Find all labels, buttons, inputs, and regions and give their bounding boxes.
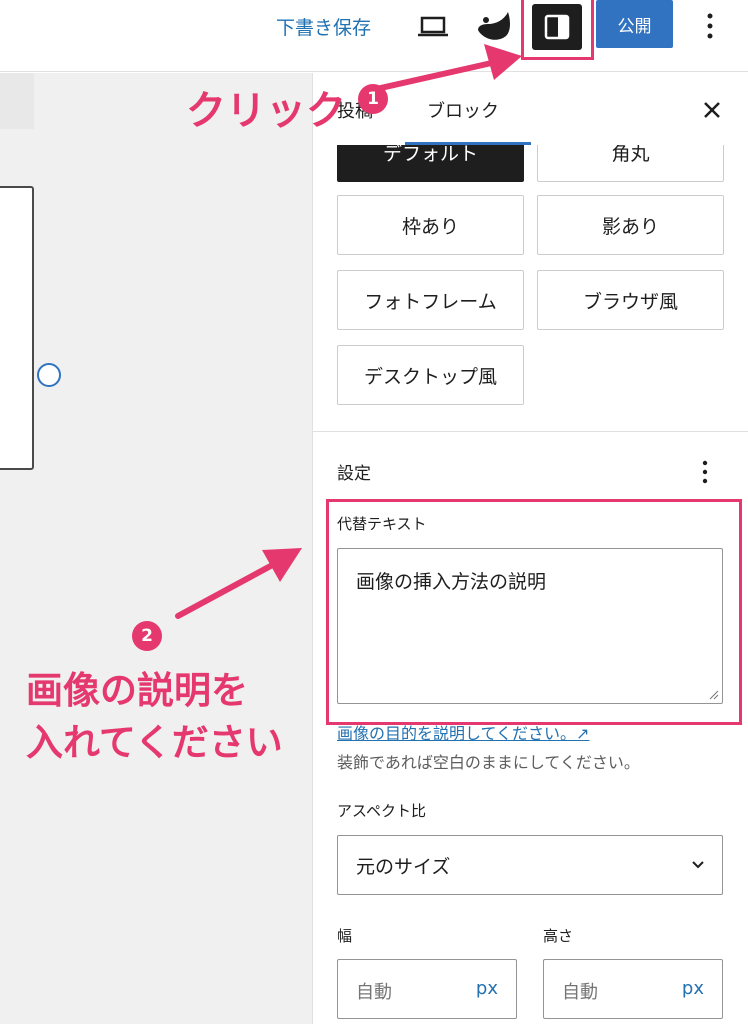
style-shadow-button[interactable]: 影あり [537,195,724,255]
height-input[interactable]: 自動 px [543,959,723,1019]
editor-canvas [0,73,312,1024]
width-label: 幅 [337,927,353,945]
height-placeholder: 自動 [562,982,598,1003]
tab-block-label[interactable]: ブロック [427,97,499,123]
annotation-step2-badge: 2 [132,621,162,651]
close-icon[interactable] [699,97,725,123]
annotation-step2-line2: 入れてください [26,721,283,764]
laptop-icon[interactable] [416,12,450,40]
width-unit[interactable]: px [476,978,498,999]
width-placeholder: 自動 [356,982,392,1003]
brand-logo-icon[interactable] [474,8,514,44]
panel-divider [313,431,748,432]
vertical-dots-icon[interactable] [695,457,715,487]
style-border-button[interactable]: 枠あり [337,195,524,255]
image-block[interactable] [0,186,34,470]
alt-text-help: 装飾であれば空白のままにしてください。 [337,753,640,772]
height-unit[interactable]: px [682,978,704,999]
annotation-step2-line1: 画像の説明を [26,669,248,712]
style-photo-frame-button[interactable]: フォトフレーム [337,270,524,330]
annotation-step1-text: クリック [186,88,346,134]
chevron-down-icon [692,861,704,869]
publish-button[interactable]: 公開 [596,0,673,48]
save-draft-button[interactable]: 下書き保存 [276,13,371,40]
style-browser-button[interactable]: ブラウザ風 [537,270,724,330]
canvas-toolbar-strip [0,73,34,129]
aspect-ratio-label: アスペクト比 [337,802,426,820]
editor-header: 下書き保存 公開 [0,0,748,72]
tab-active-indicator [405,142,531,145]
image-resize-handle[interactable] [37,363,61,387]
aspect-ratio-value: 元のサイズ [356,855,451,878]
annotation-step1-badge: 1 [358,84,388,114]
aspect-ratio-select[interactable]: 元のサイズ [337,835,723,895]
vertical-dots-icon[interactable] [698,8,722,44]
width-input[interactable]: 自動 px [337,959,517,1019]
style-desktop-button[interactable]: デスクトップ風 [337,345,524,405]
highlight-box-sidebar-toggle [521,0,594,60]
settings-panel-title[interactable]: 設定 [337,459,371,484]
highlight-box-alt-text [326,499,742,725]
height-label: 高さ [543,927,574,945]
